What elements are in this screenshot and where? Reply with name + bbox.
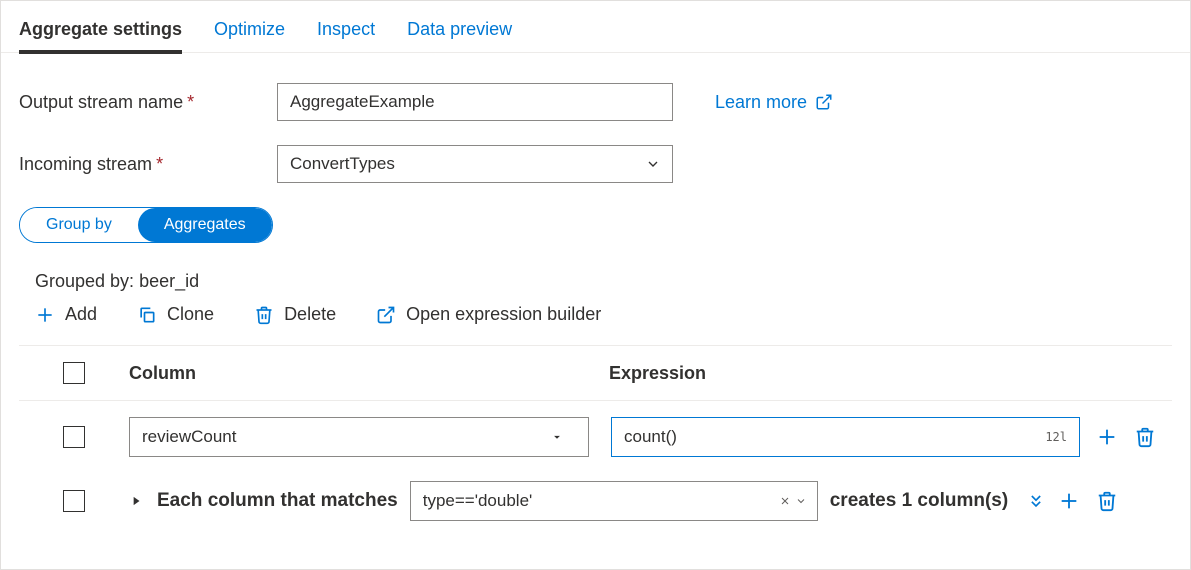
add-button[interactable]: Add — [35, 304, 97, 325]
tab-inspect[interactable]: Inspect — [317, 3, 375, 52]
open-external-icon — [815, 93, 833, 111]
incoming-stream-label: Incoming stream* — [19, 154, 277, 175]
grouped-by-text: Grouped by: beer_id — [35, 271, 1172, 292]
caret-down-icon — [550, 430, 564, 444]
table-header: Column Expression — [19, 345, 1172, 401]
pattern-match-value: type=='double' — [423, 491, 533, 511]
clone-label: Clone — [167, 304, 214, 325]
table-row: reviewCount count() 12l — [19, 401, 1172, 473]
output-stream-input[interactable] — [277, 83, 673, 121]
expression-value: count() — [624, 427, 677, 447]
clone-button[interactable]: Clone — [137, 304, 214, 325]
row-checkbox[interactable] — [63, 490, 85, 512]
double-chevron-down-icon — [1026, 491, 1046, 511]
column-name-select[interactable]: reviewCount — [129, 417, 589, 457]
chevron-down-icon[interactable] — [795, 495, 807, 507]
required-indicator: * — [187, 92, 194, 112]
expression-input[interactable]: count() 12l — [611, 417, 1080, 457]
segment-group-by[interactable]: Group by — [20, 208, 138, 242]
pattern-suffix: creates 1 column(s) — [830, 490, 1008, 512]
tab-bar: Aggregate settings Optimize Inspect Data… — [1, 1, 1190, 53]
delete-row-button[interactable] — [1096, 490, 1118, 512]
header-expression: Expression — [609, 363, 1172, 384]
add-label: Add — [65, 304, 97, 325]
tab-data-preview[interactable]: Data preview — [407, 3, 512, 52]
row-actions — [1058, 490, 1118, 512]
output-stream-label: Output stream name* — [19, 92, 277, 113]
delete-button[interactable]: Delete — [254, 304, 336, 325]
row-actions — [1096, 426, 1156, 448]
pattern-prefix: Each column that matches — [157, 490, 398, 512]
add-row-button[interactable] — [1096, 426, 1118, 448]
open-external-icon — [376, 305, 396, 325]
tab-optimize[interactable]: Optimize — [214, 3, 285, 52]
clear-icon[interactable] — [779, 495, 791, 507]
tab-aggregate-settings[interactable]: Aggregate settings — [19, 3, 182, 52]
required-indicator: * — [156, 154, 163, 174]
pattern-match-input[interactable]: type=='double' — [410, 481, 818, 521]
select-all-checkbox[interactable] — [63, 362, 85, 384]
open-builder-label: Open expression builder — [406, 304, 601, 325]
expand-toggle[interactable] — [129, 494, 143, 508]
table-row: Each column that matches type=='double' … — [19, 473, 1172, 529]
toolbar: Add Clone Delete Open expression builder — [35, 304, 1172, 325]
learn-more-label: Learn more — [715, 92, 807, 113]
expression-type-badge: 12l — [1045, 430, 1067, 444]
column-name-value: reviewCount — [142, 427, 237, 447]
add-row-button[interactable] — [1058, 490, 1080, 512]
output-stream-row: Output stream name* Learn more — [19, 83, 1172, 121]
copy-icon — [137, 305, 157, 325]
segment-aggregates[interactable]: Aggregates — [138, 208, 272, 242]
delete-label: Delete — [284, 304, 336, 325]
open-expression-builder-button[interactable]: Open expression builder — [376, 304, 601, 325]
plus-icon — [1096, 426, 1118, 448]
triangle-right-icon — [129, 494, 143, 508]
row-checkbox[interactable] — [63, 426, 85, 448]
incoming-stream-value[interactable] — [277, 145, 673, 183]
aggregate-panel: Aggregate settings Optimize Inspect Data… — [0, 0, 1191, 570]
pattern-input-controls — [779, 495, 807, 507]
plus-icon — [1058, 490, 1080, 512]
learn-more-link[interactable]: Learn more — [715, 92, 833, 113]
delete-row-button[interactable] — [1134, 426, 1156, 448]
trash-icon — [254, 305, 274, 325]
plus-icon — [35, 305, 55, 325]
trash-icon — [1096, 490, 1118, 512]
expand-columns-button[interactable] — [1026, 491, 1046, 511]
incoming-stream-row: Incoming stream* — [19, 145, 1172, 183]
trash-icon — [1134, 426, 1156, 448]
groupby-aggregates-toggle: Group by Aggregates — [19, 207, 273, 243]
incoming-stream-select[interactable] — [277, 145, 673, 183]
header-column: Column — [129, 363, 609, 384]
